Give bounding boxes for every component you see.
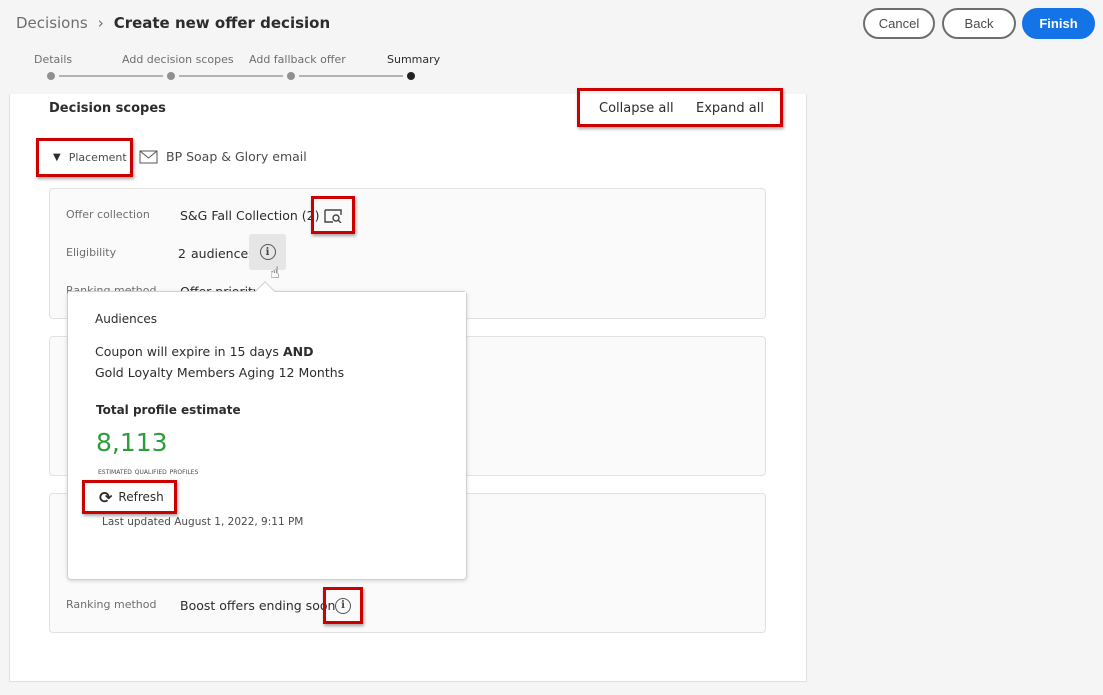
popover-title: Audiences	[95, 312, 157, 326]
step-summary[interactable]: Summary	[387, 53, 440, 66]
audience-1: Coupon will expire in 15 days	[95, 344, 279, 359]
ranking-method-label: Ranking method	[66, 598, 157, 611]
back-button[interactable]: Back	[942, 8, 1016, 39]
search-icon	[324, 209, 342, 223]
step-connector	[59, 75, 163, 77]
last-updated: Last updated August 1, 2022, 9:11 PM	[102, 516, 304, 528]
step-connector	[299, 75, 403, 77]
popover-top	[68, 292, 466, 312]
eligibility-unit: audiences	[191, 246, 255, 261]
step-dot	[167, 72, 175, 80]
cancel-button[interactable]: Cancel	[863, 8, 935, 39]
estimate-value: 8,113	[96, 428, 168, 457]
info-icon: i	[259, 244, 276, 260]
audience-operator: AND	[282, 344, 314, 359]
breadcrumb: Decisions › Create new offer decision	[16, 14, 330, 32]
view-collection-button[interactable]	[311, 196, 355, 234]
ranking-info-button[interactable]: i	[323, 587, 363, 624]
audience-2: Gold Loyalty Members Aging 12 Months	[95, 365, 345, 380]
pointer-cursor-icon: ☝	[270, 263, 280, 282]
placement-name: BP Soap & Glory email	[166, 149, 307, 164]
info-icon: i	[335, 597, 351, 614]
estimate-title: Total profile estimate	[96, 403, 241, 417]
step-connector	[179, 75, 283, 77]
offer-collection-label: Offer collection	[66, 208, 150, 221]
finish-button[interactable]: Finish	[1022, 8, 1095, 39]
eligibility-count: 2	[178, 246, 186, 261]
eligibility-label: Eligibility	[66, 246, 117, 259]
step-decision-scopes[interactable]: Add decision scopes	[122, 53, 234, 66]
placement-label: Placement	[68, 151, 127, 164]
page-title: Create new offer decision	[113, 14, 331, 32]
refresh-label: Refresh	[118, 490, 164, 504]
expand-all-button[interactable]: Expand all	[696, 101, 764, 116]
collapse-all-button[interactable]: Collapse all	[599, 101, 674, 116]
step-fallback-offer[interactable]: Add fallback offer	[249, 53, 346, 66]
mail-icon	[139, 150, 158, 164]
offer-collection-value: S&G Fall Collection (2)	[180, 208, 320, 223]
breadcrumb-parent[interactable]: Decisions	[16, 14, 88, 32]
eligibility-info-button[interactable]: i	[249, 234, 286, 270]
step-dot	[47, 72, 55, 80]
estimate-caption: Estimated qualified profiles	[98, 467, 199, 477]
chevron-down-icon: ▼	[53, 152, 61, 163]
refresh-button[interactable]: ⟳ Refresh	[82, 480, 177, 514]
chevron-right-icon: ›	[97, 14, 104, 32]
step-details[interactable]: Details	[34, 53, 72, 66]
ranking-method-value: Boost offers ending soon	[180, 598, 336, 613]
step-dot	[287, 72, 295, 80]
section-title: Decision scopes	[49, 101, 166, 116]
refresh-icon: ⟳	[99, 487, 113, 507]
step-dot-active	[407, 72, 415, 80]
placement-toggle[interactable]: ▼ Placement	[36, 138, 133, 177]
audience-list: Coupon will expire in 15 days AND Gold L…	[95, 341, 344, 383]
